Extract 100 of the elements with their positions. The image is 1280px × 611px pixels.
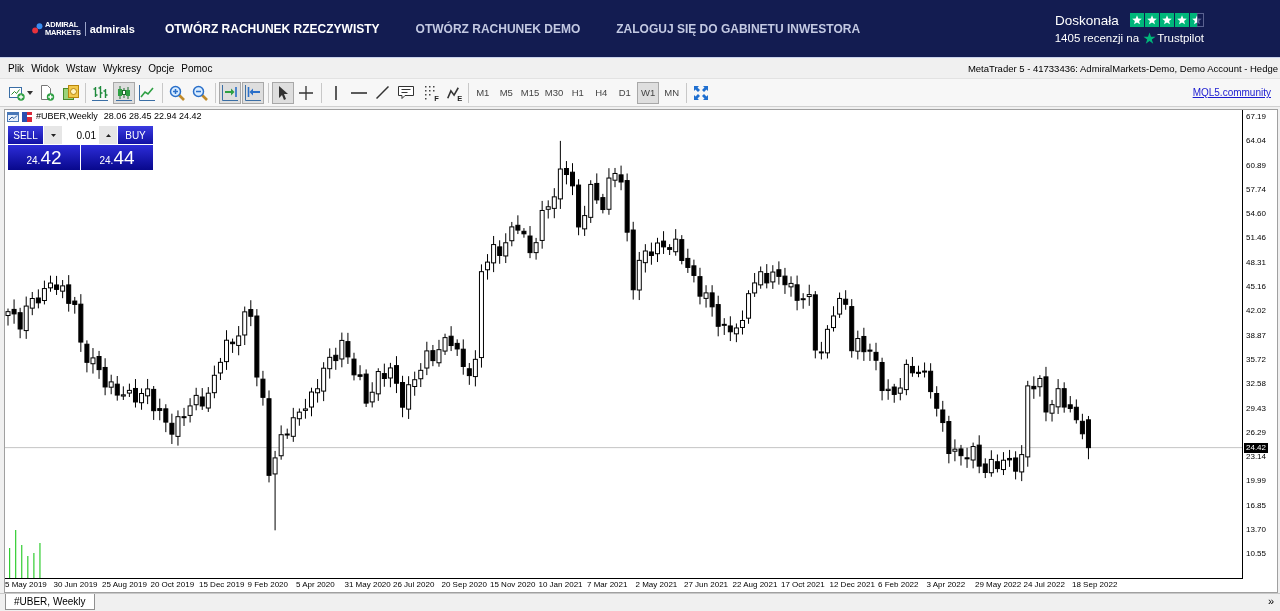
review-count: 1405 recenzji na bbox=[1054, 32, 1140, 44]
buy-price-button[interactable]: 24.44 bbox=[81, 145, 153, 170]
price-axis-label: 51.46 bbox=[1245, 233, 1268, 244]
trend-line-icon bbox=[376, 86, 390, 99]
time-axis-label: 17 Oct 2021 bbox=[781, 579, 826, 591]
bar-chart-icon bbox=[92, 84, 109, 101]
timeframe-button[interactable]: M1 bbox=[471, 81, 494, 104]
horizontal-line-icon bbox=[351, 91, 368, 94]
star-icon bbox=[1143, 31, 1157, 45]
caret-down-icon bbox=[50, 133, 56, 137]
menu-item[interactable]: Plik bbox=[5, 62, 28, 74]
star-icon bbox=[1159, 13, 1174, 27]
timeframe-button[interactable]: D1 bbox=[613, 81, 636, 104]
auto-scroll-button[interactable] bbox=[242, 81, 265, 104]
sell-button[interactable]: SELL bbox=[8, 126, 43, 144]
time-axis-label: 12 Dec 2021 bbox=[829, 579, 876, 591]
speech-bubble-icon bbox=[398, 84, 415, 101]
arrow-from-bar-icon bbox=[245, 84, 262, 101]
star-icon bbox=[1144, 13, 1159, 27]
caret-icon bbox=[26, 90, 33, 95]
menu-item[interactable]: Widok bbox=[28, 62, 62, 74]
time-axis-label: 24 Jul 2022 bbox=[1023, 579, 1066, 591]
caret-up-icon bbox=[105, 133, 111, 137]
fullscreen-icon bbox=[694, 85, 709, 100]
time-axis-label: 18 Sep 2022 bbox=[1072, 579, 1119, 591]
timeframe-button[interactable]: H1 bbox=[566, 81, 589, 104]
time-axis-label: 30 Jun 2019 bbox=[53, 579, 99, 591]
timeframe-button[interactable]: M5 bbox=[495, 81, 518, 104]
time-axis-label: 29 May 2022 bbox=[975, 579, 1023, 591]
lot-size-field[interactable]: 0.01 bbox=[62, 126, 99, 144]
time-axis-label: 9 Feb 2020 bbox=[247, 579, 289, 591]
price-axis-label: 57.74 bbox=[1245, 184, 1268, 195]
chart-symbol: #UBER,Weekly bbox=[36, 111, 98, 122]
price-axis-label: 42.02 bbox=[1245, 306, 1268, 317]
chart-plus-icon bbox=[8, 84, 25, 101]
circles-logo-icon bbox=[32, 23, 43, 34]
star-icon bbox=[1189, 13, 1204, 27]
menu-item[interactable]: Wstaw bbox=[62, 62, 99, 74]
community-link[interactable]: MQL5.community bbox=[1192, 87, 1271, 98]
time-axis-label: 7 Mar 2021 bbox=[587, 579, 629, 591]
tab-scroll-button[interactable]: » bbox=[1265, 594, 1276, 609]
price-axis-label: 64.04 bbox=[1245, 136, 1268, 147]
vertical-line-icon bbox=[334, 85, 337, 100]
time-axis-label: 22 Aug 2021 bbox=[732, 579, 779, 591]
time-axis-label: 15 Dec 2019 bbox=[199, 579, 246, 591]
timeframe-button[interactable]: W1 bbox=[637, 81, 660, 104]
chart-tab[interactable]: #UBER, Weekly bbox=[5, 594, 95, 610]
timeframe-button[interactable]: M30 bbox=[542, 81, 566, 104]
sell-price-button[interactable]: 24.42 bbox=[8, 145, 80, 170]
brand-name: admirals bbox=[89, 22, 135, 35]
price-axis-label: 26.29 bbox=[1245, 427, 1268, 438]
nav-link[interactable]: OTWÓRZ RACHUNEK DEMO bbox=[415, 21, 581, 36]
account-info: MetaTrader 5 - 41733436: AdmiralMarkets-Demo, Demo Account - Hedge bbox=[967, 62, 1278, 74]
crosshair-icon bbox=[298, 84, 315, 101]
star-icon bbox=[1129, 13, 1144, 27]
coin-cards-icon bbox=[62, 84, 79, 101]
price-axis-label: 38.87 bbox=[1245, 330, 1268, 341]
timeframe-button[interactable]: H4 bbox=[590, 81, 613, 104]
time-axis-label: 3 Apr 2022 bbox=[926, 579, 967, 591]
menu-item[interactable]: Wykresy bbox=[99, 62, 145, 74]
arrow-to-bar-icon bbox=[221, 84, 238, 101]
menu-item[interactable]: Pomoc bbox=[178, 62, 216, 74]
price-axis-label: 54.60 bbox=[1245, 209, 1268, 220]
price-axis-label: 60.89 bbox=[1245, 160, 1268, 171]
time-axis-label: 6 Feb 2022 bbox=[878, 579, 920, 591]
buy-button[interactable]: BUY bbox=[118, 126, 153, 144]
time-axis-label: 15 Nov 2020 bbox=[490, 579, 537, 591]
current-price-label: 24.42 bbox=[1244, 442, 1269, 453]
chart-shift-button[interactable] bbox=[218, 81, 241, 104]
rating-label: Doskonała bbox=[1054, 12, 1119, 28]
review-site-name: Trustpilot bbox=[1157, 32, 1204, 44]
time-axis-label: 5 May 2019 bbox=[5, 579, 48, 591]
time-axis-label: 5 Apr 2020 bbox=[296, 579, 336, 591]
chart-window-icon bbox=[7, 111, 19, 122]
price-axis-label: 45.16 bbox=[1245, 282, 1268, 293]
timeframe-button[interactable]: MN bbox=[660, 81, 683, 104]
nav-link[interactable]: ZALOGUJ SIĘ DO GABINETU INWESTORA bbox=[616, 21, 861, 36]
time-axis-label: 2 May 2021 bbox=[635, 579, 679, 591]
nav-link[interactable]: OTWÓRZ RACHUNEK RZECZYWISTY bbox=[164, 21, 380, 36]
time-axis-label: 10 Jan 2021 bbox=[538, 579, 584, 591]
price-axis-label: 13.70 bbox=[1245, 525, 1268, 536]
zoom-out-icon bbox=[192, 84, 209, 101]
price-axis-label: 29.43 bbox=[1245, 403, 1268, 414]
time-axis-label: 31 May 2020 bbox=[344, 579, 392, 591]
price-axis-label: 10.55 bbox=[1245, 549, 1268, 560]
price-axis-label: 35.72 bbox=[1245, 354, 1268, 365]
candlestick-button[interactable] bbox=[112, 81, 135, 104]
menu-item[interactable]: Opcje bbox=[145, 62, 178, 74]
price-axis-label: 23.14 bbox=[1245, 452, 1268, 463]
zoom-in-icon bbox=[168, 84, 185, 101]
time-axis-label: 26 Jul 2020 bbox=[393, 579, 436, 591]
time-axis-label: 27 Jun 2021 bbox=[684, 579, 730, 591]
zigzag-icon bbox=[447, 86, 460, 99]
time-axis-label: 25 Aug 2019 bbox=[102, 579, 148, 591]
price-axis-label: 48.31 bbox=[1245, 257, 1268, 268]
candlestick-icon bbox=[115, 84, 132, 101]
cursor-button[interactable] bbox=[271, 81, 294, 104]
timeframe-button[interactable]: M15 bbox=[518, 81, 542, 104]
time-axis-label: 20 Oct 2019 bbox=[150, 579, 196, 591]
price-axis-label: 32.58 bbox=[1245, 379, 1268, 390]
